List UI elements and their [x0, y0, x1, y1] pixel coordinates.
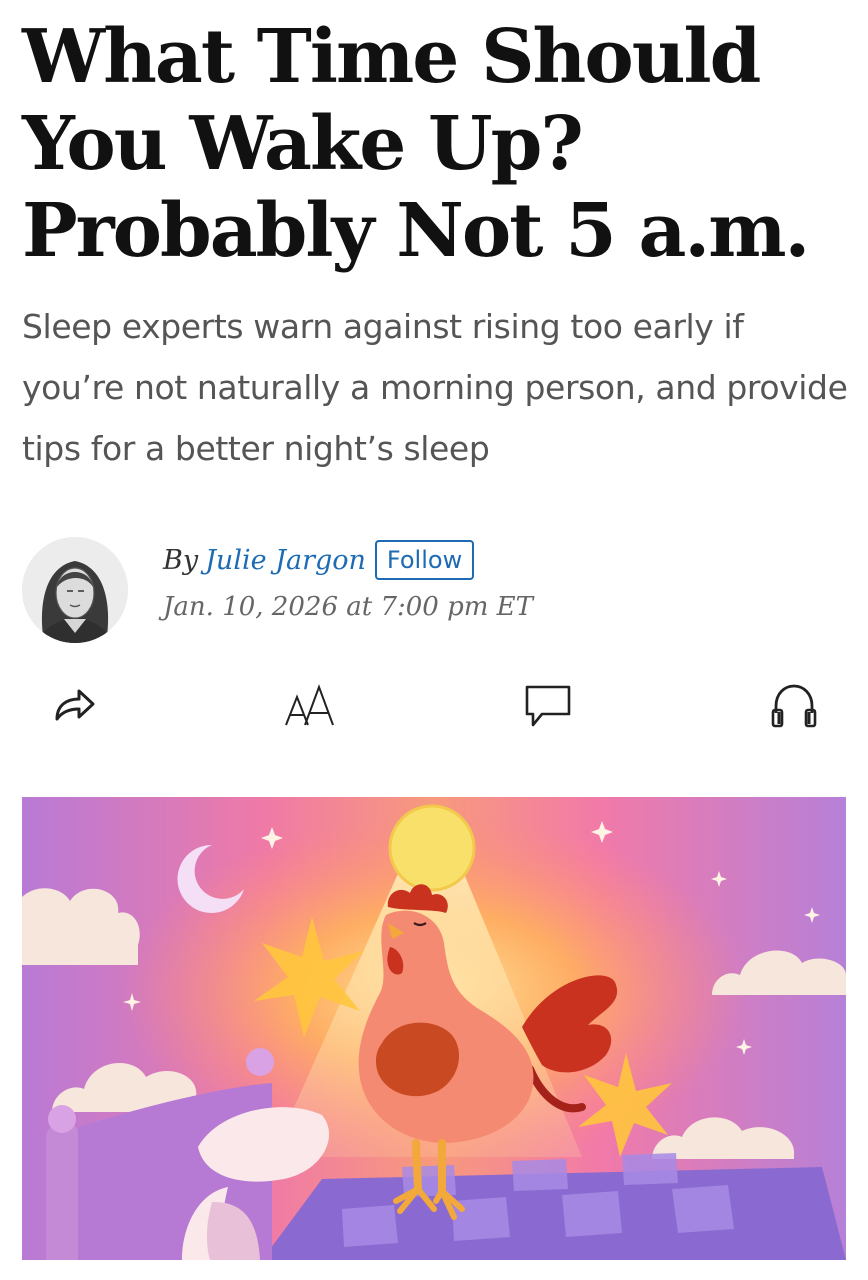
text-size-icon — [283, 681, 339, 735]
hero-illustration[interactable] — [22, 797, 846, 1260]
comment-icon — [522, 682, 574, 734]
follow-button[interactable]: Follow — [374, 540, 475, 580]
comments-button[interactable] — [520, 680, 576, 736]
article-headline: What Time Should You Wake Up? Probably N… — [22, 14, 810, 274]
byline-prefix: By — [163, 544, 199, 576]
share-icon — [49, 685, 99, 731]
author-avatar[interactable] — [22, 537, 128, 643]
share-button[interactable] — [46, 680, 102, 736]
byline: By Julie Jargon Follow — [163, 538, 475, 582]
text-size-button[interactable] — [283, 680, 339, 736]
publish-timestamp: Jan. 10, 2026 at 7:00 pm ET — [163, 592, 533, 622]
listen-button[interactable] — [766, 680, 822, 736]
headphones-icon — [767, 681, 821, 735]
article-dek: Sleep experts warn against rising too ea… — [22, 307, 848, 468]
author-link[interactable]: Julie Jargon — [205, 545, 366, 576]
